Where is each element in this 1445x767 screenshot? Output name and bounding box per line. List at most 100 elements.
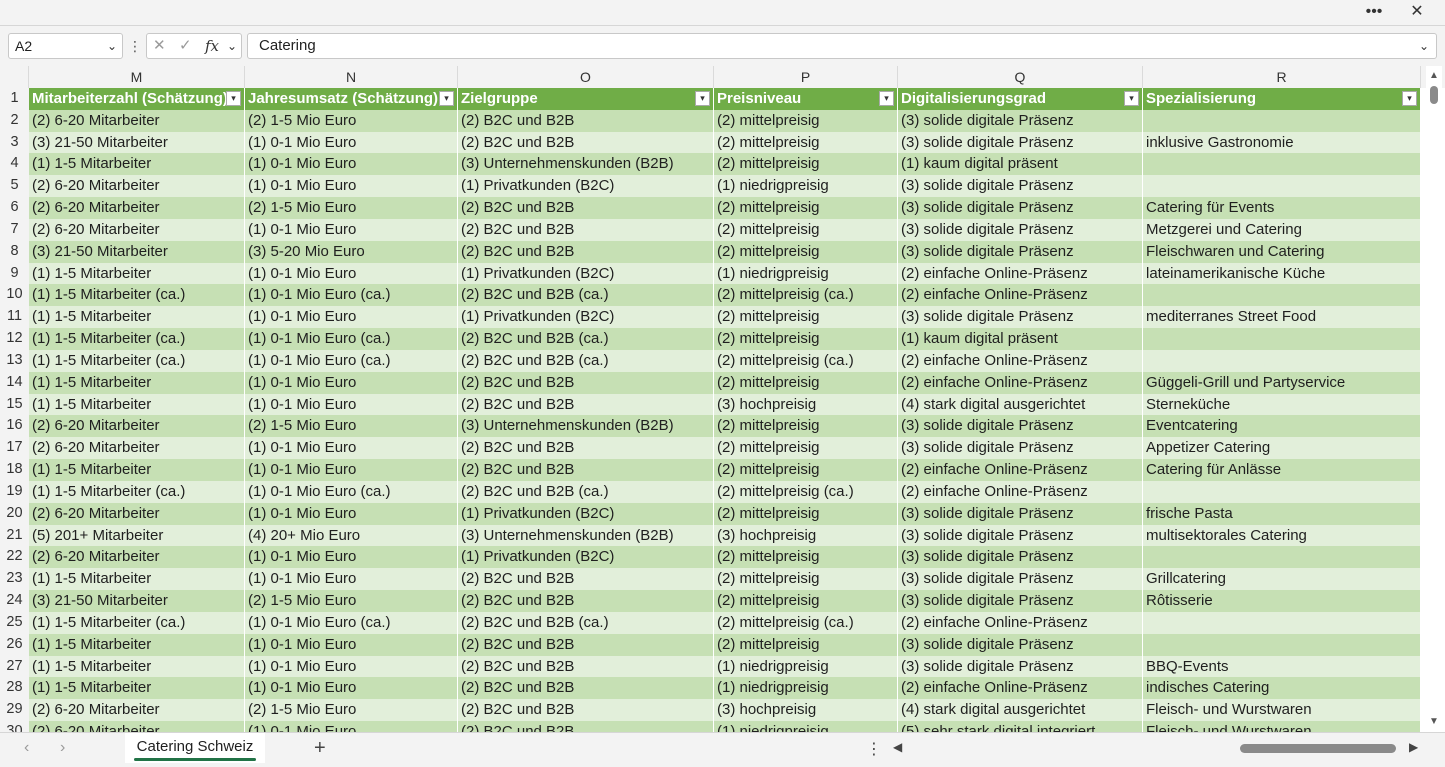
insert-function-button[interactable]: fx [205, 34, 219, 58]
table-cell[interactable]: (2) mittelpreisig [714, 109, 898, 132]
table-cell[interactable]: multisektorales Catering [1143, 524, 1421, 547]
table-cell[interactable]: (2) mittelpreisig [714, 328, 898, 350]
row-header[interactable]: 27 [0, 655, 29, 678]
table-cell[interactable]: (2) B2C und B2B [458, 459, 714, 481]
table-cell[interactable]: (1) 0-1 Mio Euro [245, 306, 458, 329]
table-cell[interactable]: (2) einfache Online-Präsenz [898, 262, 1143, 285]
table-cell[interactable]: (2) mittelpreisig (ca.) [714, 284, 898, 307]
table-cell[interactable]: (1) 0-1 Mio Euro [245, 393, 458, 416]
table-cell[interactable]: (2) mittelpreisig [714, 131, 898, 154]
table-cell[interactable]: (2) mittelpreisig (ca.) [714, 611, 898, 634]
header-cell[interactable]: Preisniveau ▾ [714, 88, 898, 110]
table-cell[interactable]: (1) 0-1 Mio Euro [245, 677, 458, 700]
table-cell[interactable]: Catering für Anlässe [1143, 459, 1421, 481]
table-cell[interactable]: (2) B2C und B2B [458, 699, 714, 722]
table-cell[interactable]: (1) niedrigpreisig [714, 262, 898, 285]
filter-dropdown-icon[interactable]: ▾ [695, 91, 710, 106]
table-cell[interactable]: (3) 5-20 Mio Euro [245, 240, 458, 263]
table-cell[interactable]: (2) B2C und B2B (ca.) [458, 284, 714, 307]
chevron-down-icon[interactable]: ⌄ [107, 34, 117, 58]
table-cell[interactable] [1143, 546, 1421, 569]
table-cell[interactable]: (2) B2C und B2B [458, 197, 714, 219]
select-all-corner[interactable] [0, 66, 29, 88]
table-cell[interactable] [1143, 633, 1421, 656]
table-cell[interactable]: (3) solide digitale Präsenz [898, 131, 1143, 154]
header-cell[interactable]: Jahresumsatz (Schätzung) ▾ [245, 88, 458, 110]
table-cell[interactable]: (3) Unternehmenskunden (B2B) [458, 415, 714, 438]
table-cell[interactable]: (1) Privatkunden (B2C) [458, 262, 714, 285]
table-cell[interactable]: (2) B2C und B2B [458, 131, 714, 154]
table-cell[interactable] [1143, 175, 1421, 198]
filter-dropdown-icon[interactable]: ▾ [1124, 91, 1139, 106]
table-cell[interactable]: (1) Privatkunden (B2C) [458, 546, 714, 569]
column-header-m[interactable]: M [29, 66, 245, 88]
table-cell[interactable] [1143, 284, 1421, 307]
table-cell[interactable]: (1) 0-1 Mio Euro (ca.) [245, 284, 458, 307]
row-header[interactable]: 15 [0, 393, 29, 416]
table-cell[interactable]: indisches Catering [1143, 677, 1421, 700]
table-cell[interactable]: (4) 20+ Mio Euro [245, 524, 458, 547]
row-header[interactable]: 6 [0, 197, 29, 219]
row-header[interactable]: 30 [0, 721, 29, 732]
table-cell[interactable]: (3) solide digitale Präsenz [898, 590, 1143, 612]
table-cell[interactable]: (2) mittelpreisig [714, 371, 898, 394]
table-cell[interactable]: (2) 6-20 Mitarbeiter [29, 218, 245, 241]
row-header[interactable]: 11 [0, 306, 29, 329]
table-cell[interactable]: (3) hochpreisig [714, 699, 898, 722]
scroll-down-icon[interactable]: ▼ [1426, 716, 1442, 727]
table-cell[interactable]: (1) 1-5 Mitarbeiter [29, 393, 245, 416]
header-cell[interactable]: Spezialisierung ▾ [1143, 88, 1421, 110]
column-header-q[interactable]: Q [898, 66, 1143, 88]
row-header[interactable]: 28 [0, 677, 29, 700]
table-cell[interactable]: (1) 0-1 Mio Euro [245, 218, 458, 241]
table-cell[interactable]: (2) B2C und B2B [458, 568, 714, 591]
table-cell[interactable]: (5) 201+ Mitarbeiter [29, 524, 245, 547]
table-cell[interactable]: Fleischwaren und Catering [1143, 240, 1421, 263]
scroll-right-icon[interactable]: ▶ [1409, 740, 1418, 754]
row-header[interactable]: 18 [0, 459, 29, 481]
table-cell[interactable]: (1) 1-5 Mitarbeiter [29, 568, 245, 591]
table-cell[interactable]: (1) 1-5 Mitarbeiter (ca.) [29, 349, 245, 372]
filter-dropdown-icon[interactable]: ▾ [439, 91, 454, 106]
table-cell[interactable]: (1) niedrigpreisig [714, 175, 898, 198]
table-cell[interactable]: (3) solide digitale Präsenz [898, 240, 1143, 263]
vertical-ellipsis-icon[interactable]: ⋮ [128, 37, 142, 57]
table-cell[interactable]: (2) B2C und B2B (ca.) [458, 328, 714, 350]
table-cell[interactable]: (1) Privatkunden (B2C) [458, 175, 714, 198]
table-cell[interactable]: Rôtisserie [1143, 590, 1421, 612]
table-cell[interactable]: (2) B2C und B2B [458, 633, 714, 656]
table-cell[interactable]: (2) B2C und B2B [458, 590, 714, 612]
table-cell[interactable]: (2) 6-20 Mitarbeiter [29, 502, 245, 525]
table-cell[interactable]: (3) solide digitale Präsenz [898, 655, 1143, 678]
table-cell[interactable]: Güggeli-Grill und Partyservice [1143, 371, 1421, 394]
table-cell[interactable]: mediterranes Street Food [1143, 306, 1421, 329]
table-cell[interactable]: (2) 6-20 Mitarbeiter [29, 546, 245, 569]
table-cell[interactable]: (2) mittelpreisig (ca.) [714, 349, 898, 372]
table-cell[interactable]: (3) 21-50 Mitarbeiter [29, 131, 245, 154]
table-cell[interactable]: (2) B2C und B2B (ca.) [458, 611, 714, 634]
header-cell[interactable]: Zielgruppe ▾ [458, 88, 714, 110]
table-cell[interactable] [1143, 328, 1421, 350]
table-cell[interactable]: (3) solide digitale Präsenz [898, 306, 1143, 329]
row-header[interactable]: 13 [0, 349, 29, 372]
table-cell[interactable]: (2) 1-5 Mio Euro [245, 109, 458, 132]
table-cell[interactable]: (1) 1-5 Mitarbeiter [29, 633, 245, 656]
table-cell[interactable]: (2) 6-20 Mitarbeiter [29, 699, 245, 722]
table-cell[interactable]: (1) 0-1 Mio Euro (ca.) [245, 328, 458, 350]
table-cell[interactable]: (2) 1-5 Mio Euro [245, 415, 458, 438]
table-cell[interactable]: (3) solide digitale Präsenz [898, 502, 1143, 525]
table-cell[interactable]: (1) 1-5 Mitarbeiter [29, 677, 245, 700]
table-cell[interactable]: (2) mittelpreisig [714, 590, 898, 612]
table-cell[interactable]: (1) 0-1 Mio Euro [245, 175, 458, 198]
table-cell[interactable] [1143, 153, 1421, 176]
table-cell[interactable]: (2) 6-20 Mitarbeiter [29, 175, 245, 198]
more-options-button[interactable]: ••• [1359, 1, 1389, 23]
table-cell[interactable]: inklusive Gastronomie [1143, 131, 1421, 154]
row-header[interactable]: 10 [0, 284, 29, 307]
table-cell[interactable]: (2) 6-20 Mitarbeiter [29, 415, 245, 438]
column-header-o[interactable]: O [458, 66, 714, 88]
row-header[interactable]: 3 [0, 131, 29, 154]
table-cell[interactable]: (2) 1-5 Mio Euro [245, 590, 458, 612]
table-cell[interactable]: (1) 1-5 Mitarbeiter [29, 306, 245, 329]
table-cell[interactable]: (3) solide digitale Präsenz [898, 109, 1143, 132]
